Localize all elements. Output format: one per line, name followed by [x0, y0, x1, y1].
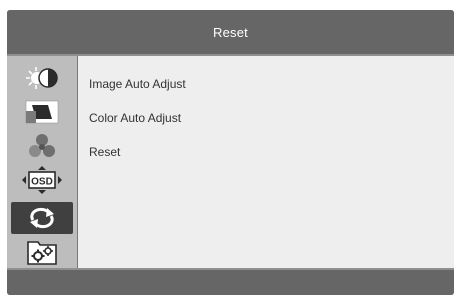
osd-setup-icon: OSD	[22, 166, 62, 194]
brightness-contrast-icon	[26, 67, 58, 89]
sidebar-item-osd[interactable]: OSD	[11, 164, 73, 196]
extra-settings-icon	[27, 241, 57, 265]
osd-menu-window: Reset OSD Image Auto Adjust Color Auto A…	[7, 10, 454, 295]
menu-title: Reset	[213, 24, 248, 40]
footer-bar	[7, 268, 454, 295]
reset-icon	[30, 207, 54, 229]
menu-item-color-auto-adjust[interactable]: Color Auto Adjust	[89, 111, 181, 125]
sidebar-item-image[interactable]	[11, 96, 73, 128]
image-setup-icon	[25, 100, 59, 124]
sidebar-item-brightness[interactable]	[11, 62, 73, 94]
main-panel: Image Auto Adjust Color Auto Adjust Rese…	[78, 56, 454, 268]
color-setup-icon	[29, 134, 55, 157]
sidebar-item-color[interactable]	[11, 130, 73, 162]
menu-item-reset[interactable]: Reset	[89, 145, 120, 159]
sidebar-item-reset[interactable]	[11, 202, 73, 234]
sidebar: OSD	[7, 56, 77, 268]
menu-item-image-auto-adjust[interactable]: Image Auto Adjust	[89, 77, 186, 91]
sidebar-item-extra[interactable]	[11, 236, 73, 268]
menu-header: Reset	[7, 10, 454, 54]
osd-icon-label: OSD	[31, 177, 53, 188]
